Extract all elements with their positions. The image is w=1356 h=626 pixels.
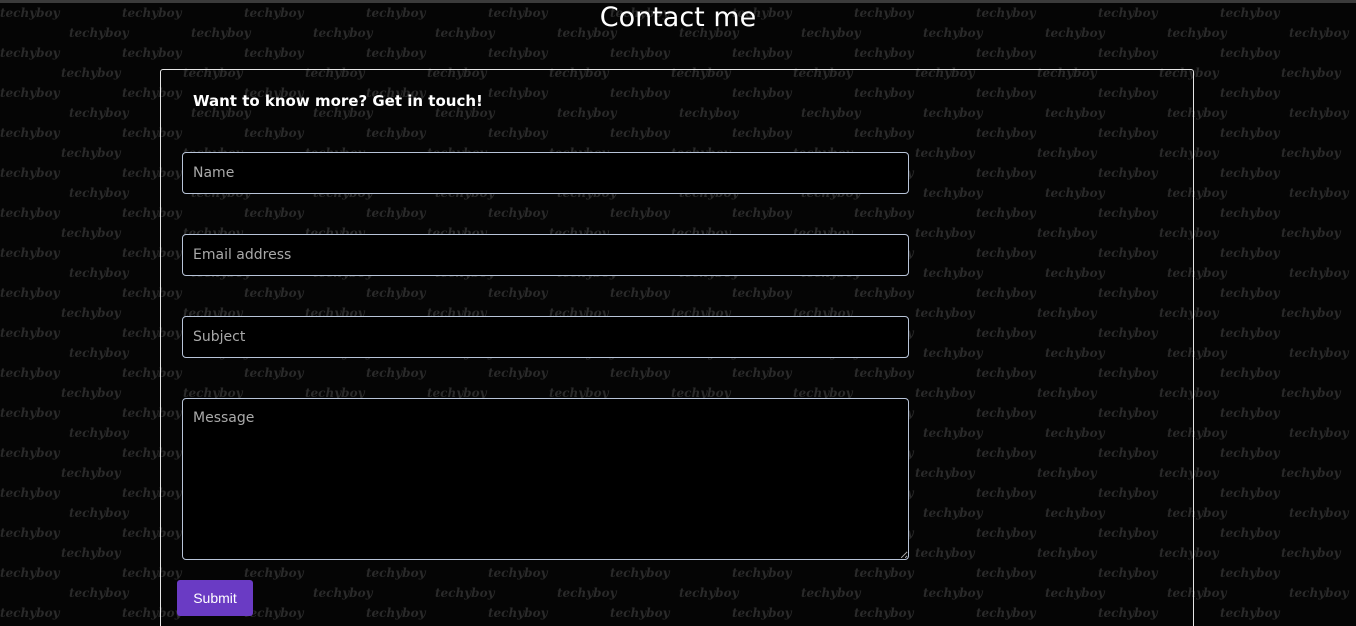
watermark-text: techyboy	[0, 206, 60, 220]
watermark-text: techyboy	[61, 306, 121, 320]
watermark-text: techyboy	[1289, 426, 1349, 440]
watermark-text: techyboy	[1220, 606, 1280, 620]
watermark-text: techyboy	[0, 86, 60, 100]
watermark-text: techyboy	[69, 346, 129, 360]
watermark-text: techyboy	[1220, 366, 1280, 380]
watermark-text: techyboy	[854, 46, 914, 60]
watermark-text: techyboy	[1220, 566, 1280, 580]
watermark-text: techyboy	[1220, 406, 1280, 420]
watermark-text: techyboy	[1220, 526, 1280, 540]
message-textarea[interactable]	[182, 398, 909, 560]
watermark-text: techyboy	[1281, 146, 1341, 160]
watermark-text: techyboy	[1281, 66, 1341, 80]
watermark-text: techyboy	[1289, 186, 1349, 200]
contact-form-card: Want to know more? Get in touch! Submit	[160, 69, 1194, 626]
watermark-text: techyboy	[61, 466, 121, 480]
watermark-text: techyboy	[1220, 446, 1280, 460]
page-title: Contact me	[599, 2, 757, 33]
watermark-text: techyboy	[0, 326, 60, 340]
watermark-text: techyboy	[1289, 346, 1349, 360]
submit-button[interactable]: Submit	[177, 580, 253, 616]
watermark-text: techyboy	[0, 126, 60, 140]
watermark-text: techyboy	[69, 106, 129, 120]
watermark-text: techyboy	[0, 286, 60, 300]
watermark-text: techyboy	[69, 586, 129, 600]
watermark-text: techyboy	[1220, 326, 1280, 340]
watermark-text: techyboy	[1098, 46, 1158, 60]
watermark-text: techyboy	[1220, 246, 1280, 260]
watermark-text: techyboy	[0, 406, 60, 420]
watermark-text: techyboy	[1281, 546, 1341, 560]
watermark-text: techyboy	[732, 46, 792, 60]
watermark-text: techyboy	[61, 386, 121, 400]
watermark-text: techyboy	[61, 546, 121, 560]
watermark-text: techyboy	[61, 66, 121, 80]
watermark-text: techyboy	[61, 226, 121, 240]
watermark-text: techyboy	[1220, 166, 1280, 180]
watermark-text: techyboy	[366, 46, 426, 60]
watermark-text: techyboy	[1289, 506, 1349, 520]
page: techyboy techyboy techyboy techyboy techyboy…	[0, 0, 1356, 626]
watermark-text: techyboy	[1289, 266, 1349, 280]
name-input[interactable]	[182, 152, 909, 194]
subject-input[interactable]	[182, 316, 909, 358]
watermark-text: techyboy	[0, 246, 60, 260]
watermark-text: techyboy	[1281, 386, 1341, 400]
watermark-text: techyboy	[1220, 126, 1280, 140]
watermark-text: techyboy	[0, 366, 60, 380]
watermark-text: techyboy	[1220, 86, 1280, 100]
watermark-text: techyboy	[1289, 586, 1349, 600]
watermark-text: techyboy	[976, 46, 1036, 60]
watermark-text: techyboy	[69, 506, 129, 520]
watermark-text: techyboy	[69, 266, 129, 280]
watermark-text: techyboy	[1220, 206, 1280, 220]
watermark-text: techyboy	[1220, 46, 1280, 60]
watermark-text: techyboy	[122, 46, 182, 60]
watermark-text: techyboy	[610, 46, 670, 60]
watermark-text: techyboy	[0, 486, 60, 500]
watermark-text: techyboy	[0, 566, 60, 580]
email-input[interactable]	[182, 234, 909, 276]
watermark-text: techyboy	[69, 186, 129, 200]
watermark-text: techyboy	[1220, 286, 1280, 300]
watermark-text: techyboy	[69, 426, 129, 440]
watermark-text: techyboy	[0, 46, 60, 60]
watermark-text: techyboy	[0, 166, 60, 180]
watermark-text: techyboy	[61, 146, 121, 160]
watermark-text: techyboy	[0, 446, 60, 460]
contact-form-heading: Want to know more? Get in touch!	[193, 92, 483, 110]
watermark-text: techyboy	[1220, 486, 1280, 500]
watermark-text: techyboy	[1281, 306, 1341, 320]
watermark-text: techyboy	[1281, 226, 1341, 240]
watermark-text: techyboy	[1289, 106, 1349, 120]
watermark-text: techyboy	[0, 606, 60, 620]
watermark-text: techyboy	[0, 526, 60, 540]
watermark-text: techyboy	[1281, 466, 1341, 480]
watermark-text: techyboy	[244, 46, 304, 60]
watermark-text: techyboy	[488, 46, 548, 60]
